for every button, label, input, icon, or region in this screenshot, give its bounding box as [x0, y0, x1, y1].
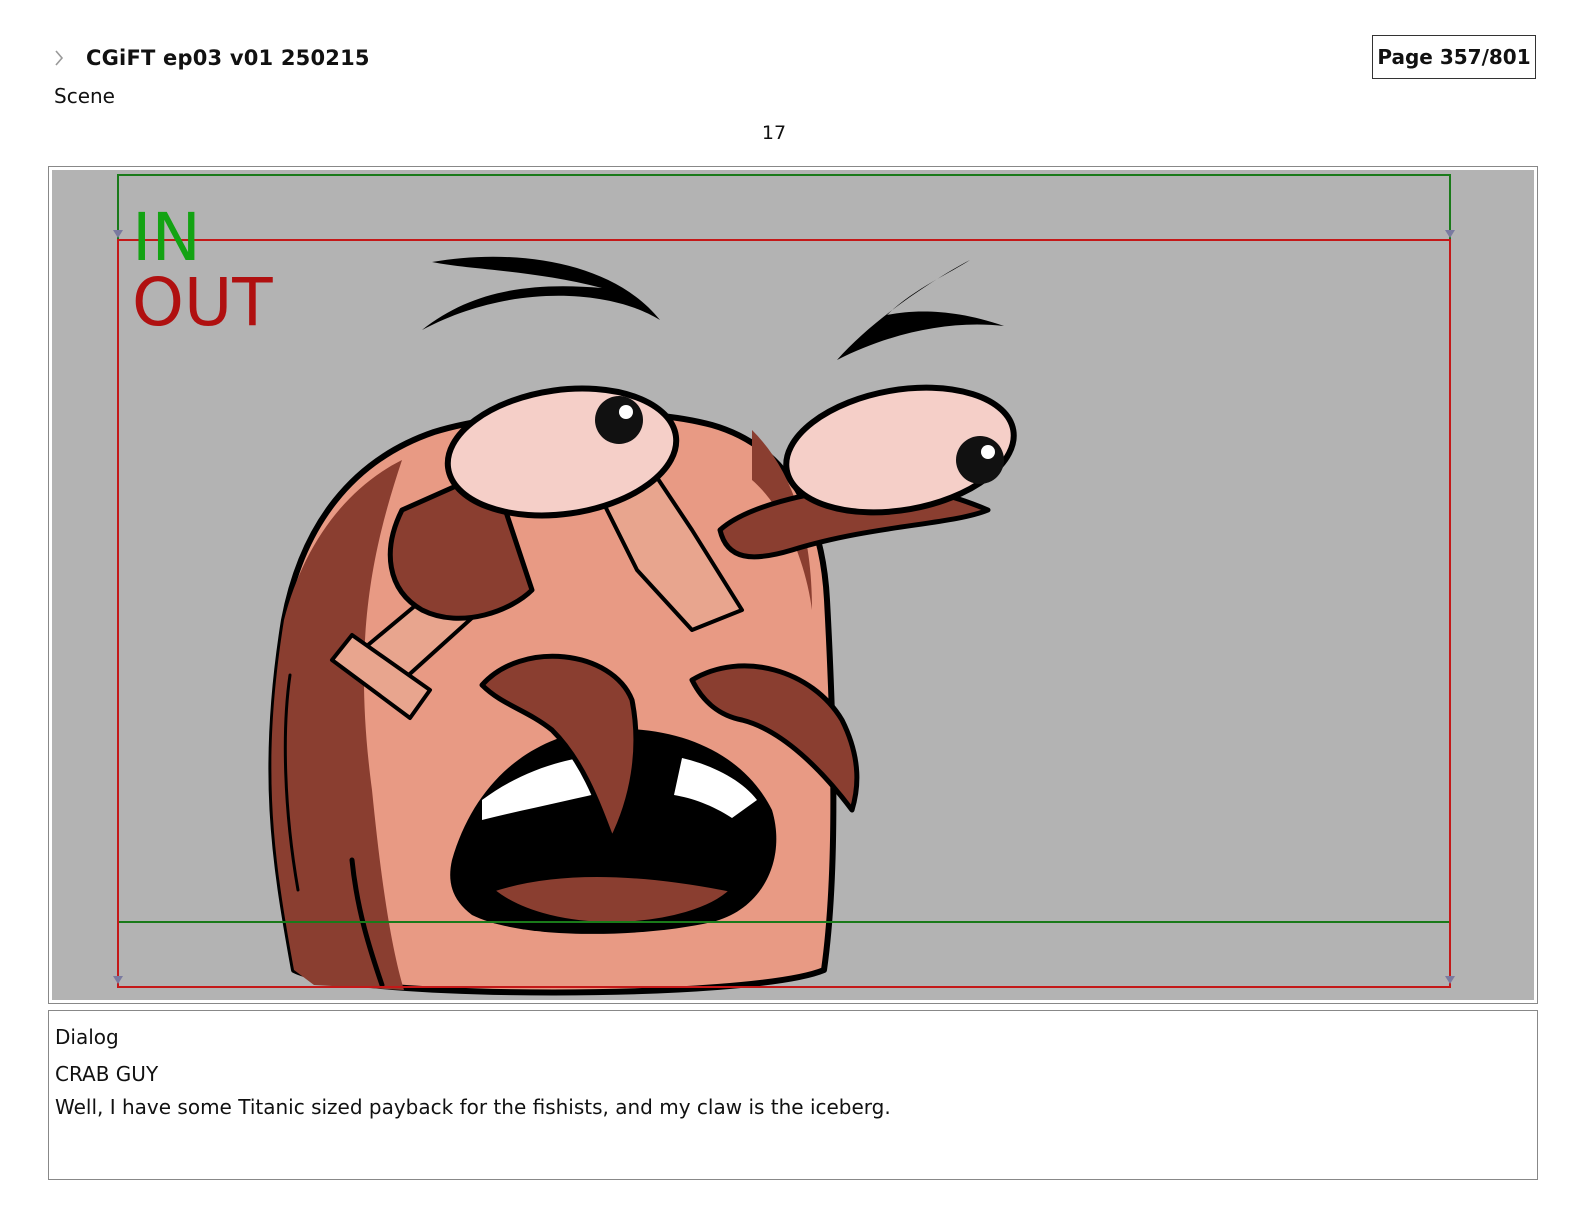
document-title: CGiFT ep03 v01 250215: [86, 46, 370, 70]
dialog-box: Dialog CRAB GUY Well, I have some Titani…: [48, 1010, 1538, 1180]
page-indicator: Page 357/801: [1372, 35, 1536, 79]
left-pupil: [595, 396, 643, 444]
scene-label: Scene: [54, 84, 115, 108]
right-pupil: [956, 436, 1004, 484]
storyboard-panel: IN OUT: [48, 166, 1538, 1004]
dialog-character: CRAB GUY: [55, 1062, 159, 1086]
out-label: OUT: [132, 264, 273, 341]
scene-number: 17: [761, 122, 787, 144]
scene-marker-icon: [55, 50, 64, 66]
dialog-label: Dialog: [55, 1025, 119, 1049]
panel-artwork: IN OUT: [52, 170, 1534, 1000]
dialog-line: Well, I have some Titanic sized payback …: [55, 1095, 891, 1119]
